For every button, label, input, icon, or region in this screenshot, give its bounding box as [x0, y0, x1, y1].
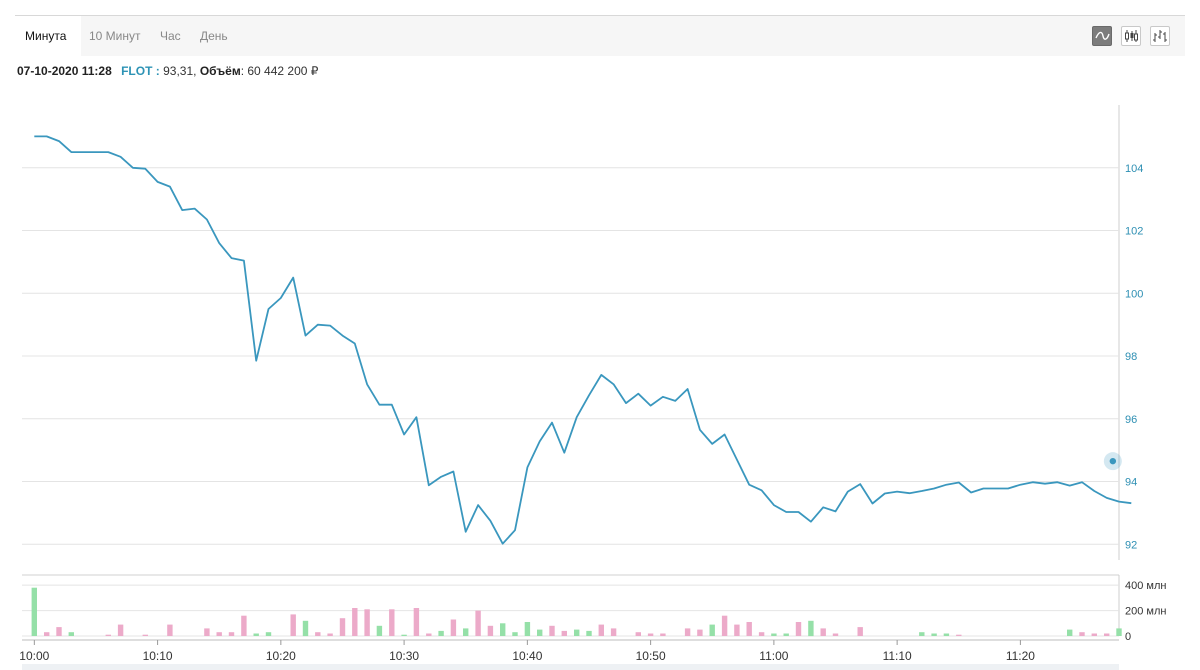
volume-bar [339, 618, 346, 636]
volume-bar [758, 632, 765, 636]
volume-bar [500, 623, 506, 636]
volume-bar [1104, 633, 1110, 636]
time-tick-label: 10:10 [143, 649, 173, 663]
volume-bar [919, 632, 925, 636]
time-tick-label: 11:00 [759, 649, 788, 663]
volume-bar [315, 632, 321, 636]
volume-bar [561, 630, 567, 636]
price-series-line [34, 135, 1132, 545]
volume-bar [142, 634, 148, 636]
volume-bar [426, 633, 432, 636]
volume-bar [364, 609, 370, 636]
volume-bar [228, 632, 235, 636]
volume-bar [352, 608, 358, 636]
volume-tick-label: 400 млн [1125, 580, 1166, 592]
volume-bar [808, 620, 814, 637]
volume-bar [413, 608, 420, 636]
price-tick-label: 96 [1125, 414, 1137, 426]
volume-bar [956, 634, 962, 636]
volume-bar [204, 628, 210, 636]
volume-bar [241, 615, 247, 636]
volume-bar [586, 630, 592, 636]
volume-bar [857, 627, 863, 636]
time-tick-label: 10:00 [19, 649, 49, 663]
volume-bar [795, 622, 802, 636]
price-tick-label: 92 [1125, 539, 1137, 551]
time-tick-label: 11:20 [1006, 649, 1035, 663]
volume-bar [327, 633, 333, 636]
volume-bar [1067, 629, 1073, 636]
navigator-strip [22, 664, 1119, 670]
price-tick-label: 102 [1125, 226, 1143, 238]
time-tick-label: 11:10 [883, 649, 912, 663]
price-volume-chart: 92 94 96 98 100 102 104 0 200 млн 400 млн 10:00 10:… [19, 105, 1166, 670]
volume-bar [265, 632, 272, 636]
volume-bar [216, 632, 222, 636]
price-tick-label: 100 [1125, 288, 1143, 300]
volume-bar [524, 622, 531, 636]
volume-bar [475, 610, 481, 636]
volume-bar [253, 633, 259, 636]
volume-bar [438, 630, 444, 636]
time-tick-label: 10:30 [389, 649, 419, 663]
volume-tick-label: 0 [1125, 631, 1131, 643]
volume-bar [389, 609, 395, 636]
volume-bar [302, 620, 309, 637]
time-tick-label: 10:20 [266, 649, 296, 663]
last-price-marker [1109, 457, 1117, 465]
volume-bar [635, 632, 641, 636]
volume-bar [943, 633, 950, 636]
volume-tick-label: 200 млн [1125, 606, 1166, 618]
volume-bar [832, 633, 839, 636]
volume-bar [512, 632, 518, 636]
volume-bar [697, 629, 703, 636]
volume-bar [68, 632, 74, 636]
volume-bar [537, 629, 543, 636]
volume-bar [1091, 633, 1097, 636]
volume-bar [647, 633, 654, 636]
volume-bar [931, 633, 937, 636]
volume-bar [598, 624, 604, 636]
price-tick-label: 104 [1125, 163, 1143, 175]
volume-bar [610, 628, 617, 636]
volume-bar [574, 629, 580, 636]
volume-bar [450, 619, 457, 636]
volume-bar [56, 627, 62, 636]
volume-bar [721, 615, 728, 636]
volume-bar [783, 633, 789, 636]
volume-bar [401, 634, 407, 636]
volume-bar [44, 632, 50, 636]
volume-bar [376, 625, 383, 636]
volume-bar [463, 628, 469, 636]
volume-bar [167, 624, 173, 636]
volume-bar [709, 624, 715, 636]
volume-bar [820, 628, 826, 636]
time-tick-label: 10:50 [636, 649, 666, 663]
volume-bar [31, 587, 37, 636]
time-tick-label: 10:40 [512, 649, 542, 663]
volume-bar [1116, 628, 1122, 636]
volume-bar [549, 625, 555, 636]
volume-bar [746, 622, 752, 636]
volume-bar [660, 633, 666, 636]
price-tick-label: 94 [1125, 477, 1137, 489]
volume-bar [684, 628, 691, 636]
volume-bar [734, 624, 740, 636]
volume-bar [487, 625, 494, 636]
volume-bar [117, 624, 124, 636]
volume-bar [105, 634, 111, 636]
volume-bar [771, 633, 777, 636]
volume-bar [1079, 632, 1085, 636]
volume-bar [290, 614, 296, 636]
price-tick-label: 98 [1125, 351, 1137, 363]
